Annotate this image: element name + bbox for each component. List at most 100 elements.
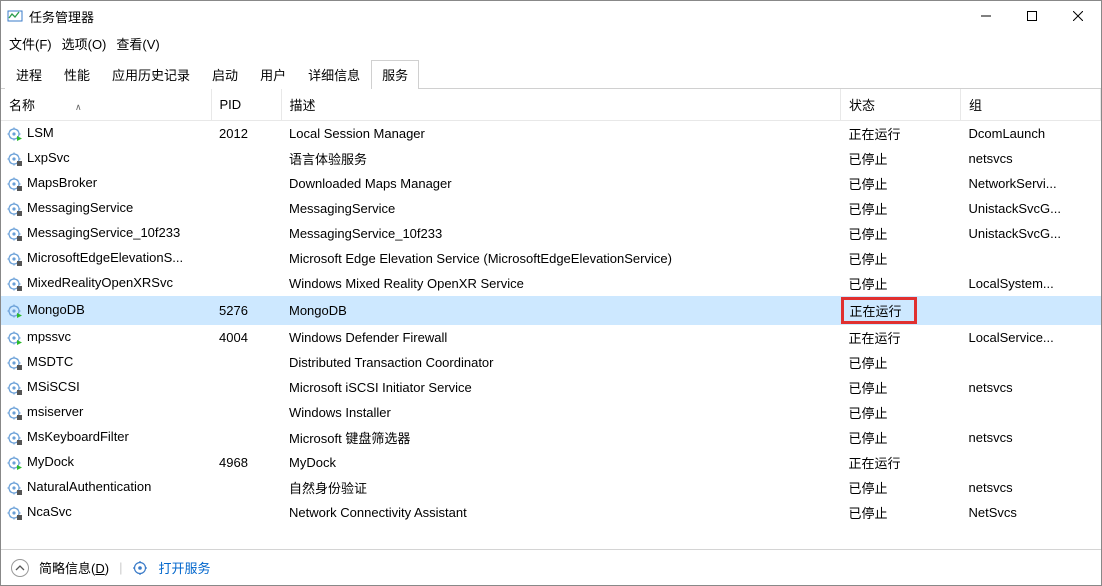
cell-name: MSiSCSI — [27, 379, 80, 394]
cell-name: NcaSvc — [27, 504, 72, 519]
fewer-details-hotkey: D — [95, 561, 104, 576]
menu-options[interactable]: 选项(O) — [62, 34, 107, 53]
cell-description: Windows Installer — [289, 405, 391, 420]
table-row[interactable]: MSDTC Distributed Transaction Coordinator… — [1, 350, 1101, 375]
services-table-scroll[interactable]: 名称∧ PID 描述 状态 组 LSM2012Local Session Man… — [1, 89, 1101, 549]
tab-details[interactable]: 详细信息 — [297, 60, 371, 89]
app-icon — [7, 8, 23, 24]
cell-status: 已停止 — [849, 152, 888, 167]
cell-description: 语言体验服务 — [289, 152, 367, 167]
menu-file[interactable]: 文件(F) — [9, 34, 52, 53]
cell-status: 已停止 — [849, 406, 888, 421]
service-icon — [7, 176, 23, 192]
table-row[interactable]: NaturalAuthentication自然身份验证已停止netsvcs — [1, 475, 1101, 500]
cell-name: MsKeyboardFilter — [27, 429, 129, 444]
cell-name: MongoDB — [27, 302, 85, 317]
service-icon — [7, 480, 23, 496]
close-button[interactable] — [1055, 1, 1101, 31]
column-header-description[interactable]: 描述 — [281, 89, 841, 121]
column-header-pid[interactable]: PID — [211, 89, 281, 121]
cell-name: MyDock — [27, 454, 74, 469]
cell-name: mpssvc — [27, 329, 71, 344]
cell-name: MessagingService — [27, 200, 133, 215]
table-row[interactable]: mpssvc4004Windows Defender Firewall正在运行L… — [1, 325, 1101, 350]
statusbar: 简略信息(D) | 打开服务 — [1, 549, 1101, 585]
cell-description: MongoDB — [289, 303, 347, 318]
cell-status: 已停止 — [849, 506, 888, 521]
cell-description: Microsoft iSCSI Initiator Service — [289, 380, 472, 395]
services-icon — [132, 560, 148, 576]
cell-group: LocalService... — [969, 330, 1054, 345]
cell-description: 自然身份验证 — [289, 481, 367, 496]
statusbar-divider: | — [119, 560, 122, 575]
service-icon — [7, 251, 23, 267]
service-icon — [7, 276, 23, 292]
cell-pid: 2012 — [219, 126, 248, 141]
column-header-status[interactable]: 状态 — [841, 89, 961, 121]
maximize-button[interactable] — [1009, 1, 1055, 31]
window-title: 任务管理器 — [29, 7, 94, 26]
cell-group: netsvcs — [969, 430, 1013, 445]
service-icon — [7, 151, 23, 167]
service-icon — [7, 430, 23, 446]
table-row[interactable]: MongoDB5276MongoDB正在运行 — [1, 296, 1101, 325]
cell-description: Network Connectivity Assistant — [289, 505, 467, 520]
cell-group: NetSvcs — [969, 505, 1017, 520]
cell-description: MessagingService — [289, 201, 395, 216]
table-row[interactable]: MapsBrokerDownloaded Maps Manager已停止Netw… — [1, 171, 1101, 196]
cell-description: Microsoft 键盘筛选器 — [289, 431, 410, 446]
cell-group: netsvcs — [969, 151, 1013, 166]
cell-status: 已停止 — [849, 227, 888, 242]
cell-status: 正在运行 — [849, 456, 901, 471]
cell-name: NaturalAuthentication — [27, 479, 151, 494]
menu-view[interactable]: 查看(V) — [116, 34, 159, 53]
cell-description: Microsoft Edge Elevation Service (Micros… — [289, 251, 672, 266]
cell-status: 已停止 — [849, 277, 888, 292]
table-row[interactable]: NcaSvc Network Connectivity Assistant 已停止 N… — [1, 500, 1101, 525]
table-row[interactable]: MyDock4968MyDock正在运行 — [1, 450, 1101, 475]
table-row[interactable]: LSM2012Local Session Manager正在运行DcomLaun… — [1, 121, 1101, 147]
column-header-name[interactable]: 名称∧ — [1, 89, 211, 121]
fewer-details-link[interactable]: 简略信息(D) — [39, 558, 109, 577]
tab-performance[interactable]: 性能 — [53, 60, 101, 89]
cell-status: 已停止 — [849, 252, 888, 267]
tab-services[interactable]: 服务 — [371, 60, 419, 89]
table-row[interactable]: MSiSCSI Microsoft iSCSI Initiator Service… — [1, 375, 1101, 400]
services-table-container: 名称∧ PID 描述 状态 组 LSM2012Local Session Man… — [1, 89, 1101, 549]
service-icon — [7, 126, 23, 142]
cell-description: Windows Defender Firewall — [289, 330, 447, 345]
open-services-link[interactable]: 打开服务 — [158, 558, 210, 577]
cell-description: Windows Mixed Reality OpenXR Service — [289, 276, 524, 291]
table-row[interactable]: MicrosoftEdgeElevationS... Microsoft Edge… — [1, 246, 1101, 271]
cell-name: MapsBroker — [27, 175, 97, 190]
table-row[interactable]: MessagingService_10f233MessagingService_… — [1, 221, 1101, 246]
tab-processes[interactable]: 进程 — [5, 60, 53, 89]
status-highlight: 正在运行 — [841, 297, 917, 324]
table-row[interactable]: MessagingServiceMessagingService已停止Unist… — [1, 196, 1101, 221]
cell-name: MixedRealityOpenXRSvc — [27, 275, 173, 290]
table-row[interactable]: msiserver Windows Installer 已停止 — [1, 400, 1101, 425]
table-row[interactable]: MixedRealityOpenXRSvc Windows Mixed Reali… — [1, 271, 1101, 296]
tab-app-history[interactable]: 应用历史记录 — [101, 60, 201, 89]
cell-name: MessagingService_10f233 — [27, 225, 180, 240]
fewer-details-label-post: ) — [105, 561, 109, 576]
table-row[interactable]: LxpSvc语言体验服务已停止netsvcs — [1, 146, 1101, 171]
table-header-row: 名称∧ PID 描述 状态 组 — [1, 89, 1101, 121]
cell-description: Distributed Transaction Coordinator — [289, 355, 494, 370]
tab-startup[interactable]: 启动 — [201, 60, 249, 89]
column-header-group[interactable]: 组 — [961, 89, 1101, 121]
cell-name: msiserver — [27, 404, 83, 419]
cell-description: Local Session Manager — [289, 126, 425, 141]
services-table: 名称∧ PID 描述 状态 组 LSM2012Local Session Man… — [1, 89, 1101, 525]
table-row[interactable]: MsKeyboardFilterMicrosoft 键盘筛选器已停止netsvc… — [1, 425, 1101, 450]
minimize-button[interactable] — [963, 1, 1009, 31]
chevron-up-icon[interactable] — [11, 559, 29, 577]
service-icon — [7, 303, 23, 319]
service-icon — [7, 330, 23, 346]
sort-indicator-icon: ∧ — [75, 102, 82, 113]
tab-users[interactable]: 用户 — [249, 60, 297, 89]
cell-name: MSDTC — [27, 354, 73, 369]
cell-status: 已停止 — [849, 202, 888, 217]
cell-name: MicrosoftEdgeElevationS... — [27, 250, 183, 265]
service-icon — [7, 355, 23, 371]
